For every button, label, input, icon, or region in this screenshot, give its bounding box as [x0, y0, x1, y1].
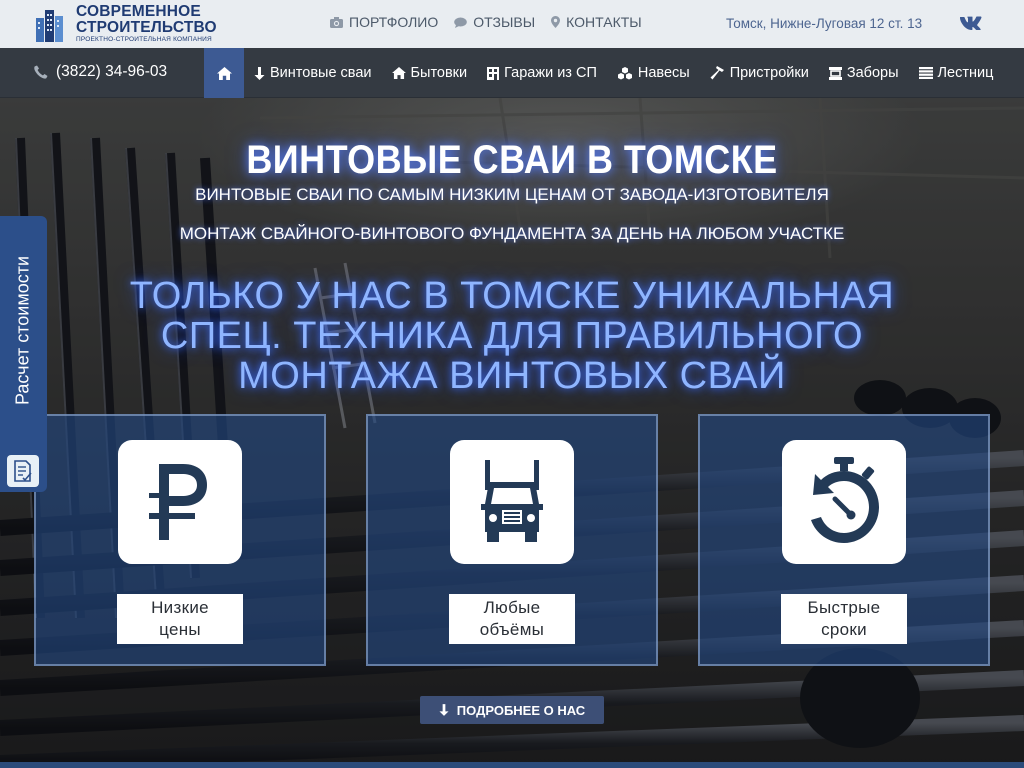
- hero-subtitle-2: МОНТАЖ СВАЙНОГО-ВИНТОВОГО ФУНДАМЕНТА ЗА …: [179, 224, 845, 243]
- ruble-icon-box: [118, 440, 242, 564]
- top-link-contacts[interactable]: КОНТАКТЫ: [551, 14, 642, 30]
- hammer-icon: [710, 66, 724, 80]
- menu-item-garages[interactable]: Гаражи из СП: [487, 65, 597, 81]
- menu-item-cabins-label: Бытовки: [410, 65, 468, 81]
- company-logo[interactable]: СОВРЕМЕННОЕ СТРОИТЕЛЬСТВО ПРОЕКТНО-СТРОИ…: [34, 4, 217, 44]
- arrow-down-icon: [439, 704, 449, 716]
- feature-card-low-prices: Низкие цены: [34, 414, 326, 666]
- hero-headline-line-3: МОНТАЖА ВИНТОВЫХ СВАЙ: [238, 355, 786, 397]
- top-bar: СОВРЕМЕННОЕ СТРОИТЕЛЬСТВО ПРОЕКТНО-СТРОИ…: [0, 0, 1024, 48]
- feature-card-fast-terms-label: Быстрые сроки: [781, 594, 907, 644]
- map-pin-icon: [551, 16, 561, 28]
- feature-card-any-volumes: Любые объёмы: [366, 414, 658, 666]
- home-icon: [391, 67, 406, 79]
- list-icon: [918, 67, 933, 79]
- feature-card-fast-terms: Быстрые сроки: [698, 414, 990, 666]
- cost-calculator-tab-text: Расчет стоимости: [8, 230, 38, 440]
- hero-section: ВИНТОВЫЕ СВАИ В ТОМСКЕ ВИНТОВЫЕ СВАИ ПО …: [0, 98, 1024, 768]
- hero-title: ВИНТОВЫЕ СВАИ В ТОМСКЕ: [246, 138, 778, 182]
- fence-icon: [828, 66, 842, 80]
- ruble-icon: [149, 464, 207, 540]
- hero-headline-line-1: ТОЛЬКО У НАС В ТОМСКЕ УНИКАЛЬНАЯ: [129, 275, 895, 317]
- card-label-line-1: Низкие: [151, 598, 209, 617]
- top-link-reviews[interactable]: ОТЗЫВЫ: [454, 14, 535, 30]
- phone-number[interactable]: (3822) 34-96-03: [34, 63, 167, 81]
- phone-number-text: (3822) 34-96-03: [56, 63, 168, 80]
- menu-item-screw-piles-label: Винтовые сваи: [270, 65, 372, 81]
- cubes-icon: [617, 66, 632, 79]
- menu-item-extensions[interactable]: Пристройки: [710, 65, 809, 81]
- company-address: Томск, Нижне-Луговая 12 ст. 13: [726, 16, 923, 31]
- menu-item-canopies-label: Навесы: [637, 65, 690, 81]
- top-link-portfolio-label: ПОРТФОЛИО: [349, 14, 439, 30]
- vk-icon[interactable]: [960, 14, 982, 32]
- logo-building-icon: [36, 10, 63, 42]
- menu-item-cabins[interactable]: Бытовки: [391, 65, 468, 81]
- menu-item-extensions-label: Пристройки: [729, 65, 809, 81]
- top-link-reviews-label: ОТЗЫВЫ: [473, 14, 536, 30]
- feature-card-low-prices-label: Низкие цены: [117, 594, 243, 644]
- logo-line-2: СТРОИТЕЛЬСТВО: [76, 18, 217, 36]
- home-icon: [216, 66, 232, 80]
- camera-icon: [330, 16, 343, 28]
- more-about-us-button[interactable]: ПОДРОБНЕЕ О НАС: [420, 696, 604, 724]
- menu-item-stairs[interactable]: Лестниц: [918, 65, 994, 81]
- menu-item-garages-label: Гаражи из СП: [504, 65, 597, 81]
- calculator-doc-icon[interactable]: [7, 455, 39, 487]
- menu-item-canopies[interactable]: Навесы: [617, 65, 690, 81]
- garage-icon: [487, 66, 500, 80]
- more-about-us-label: ПОДРОБНЕЕ О НАС: [456, 702, 586, 718]
- chat-icon: [454, 17, 468, 28]
- cost-calculator-label: Расчет стоимости: [12, 255, 33, 406]
- truck-icon-box: [450, 440, 574, 564]
- card-label-line-2: сроки: [821, 620, 867, 639]
- menu-item-stairs-label: Лестниц: [937, 65, 994, 81]
- stopwatch-icon: [811, 457, 879, 543]
- card-label-line-2: цены: [159, 620, 201, 639]
- stopwatch-icon-box: [782, 440, 906, 564]
- main-menu: Винтовые сваи Бытовки Гаражи из СП Навес…: [254, 48, 993, 98]
- menu-item-fences[interactable]: Заборы: [828, 65, 899, 81]
- home-button[interactable]: [204, 48, 244, 98]
- bottom-strip: [0, 762, 1024, 768]
- card-label-line-2: объёмы: [479, 620, 545, 639]
- card-label-line-1: Быстрые: [807, 598, 881, 617]
- document-edit-icon: [14, 460, 32, 482]
- feature-card-any-volumes-label: Любые объёмы: [449, 594, 575, 644]
- top-link-contacts-label: КОНТАКТЫ: [566, 14, 642, 30]
- top-links: ПОРТФОЛИО ОТЗЫВЫ КОНТАКТЫ: [330, 14, 642, 30]
- hero-headline-line-2: СПЕЦ. ТЕХНИКА ДЛЯ ПРАВИЛЬНОГО: [160, 315, 864, 357]
- menu-item-fences-label: Заборы: [846, 65, 899, 81]
- logo-line-1: СОВРЕМЕННОЕ: [76, 3, 201, 21]
- hero-headline: ТОЛЬКО У НАС В ТОМСКЕ УНИКАЛЬНАЯ СПЕЦ. Т…: [90, 276, 934, 396]
- phone-icon: [34, 65, 48, 79]
- main-nav: (3822) 34-96-03 Винтовые сваи Бытовки Га…: [0, 48, 1024, 98]
- arrow-down-icon: [254, 66, 265, 80]
- card-label-line-1: Любые: [483, 598, 541, 617]
- hero-subtitle-1: ВИНТОВЫЕ СВАИ ПО САМЫМ НИЗКИМ ЦЕНАМ ОТ З…: [195, 185, 829, 204]
- logo-tagline: ПРОЕКТНО-СТРОИТЕЛЬНАЯ КОМПАНИЯ: [76, 36, 212, 44]
- truck-icon: [481, 460, 543, 542]
- menu-item-screw-piles[interactable]: Винтовые сваи: [254, 65, 372, 81]
- top-link-portfolio[interactable]: ПОРТФОЛИО: [330, 14, 438, 30]
